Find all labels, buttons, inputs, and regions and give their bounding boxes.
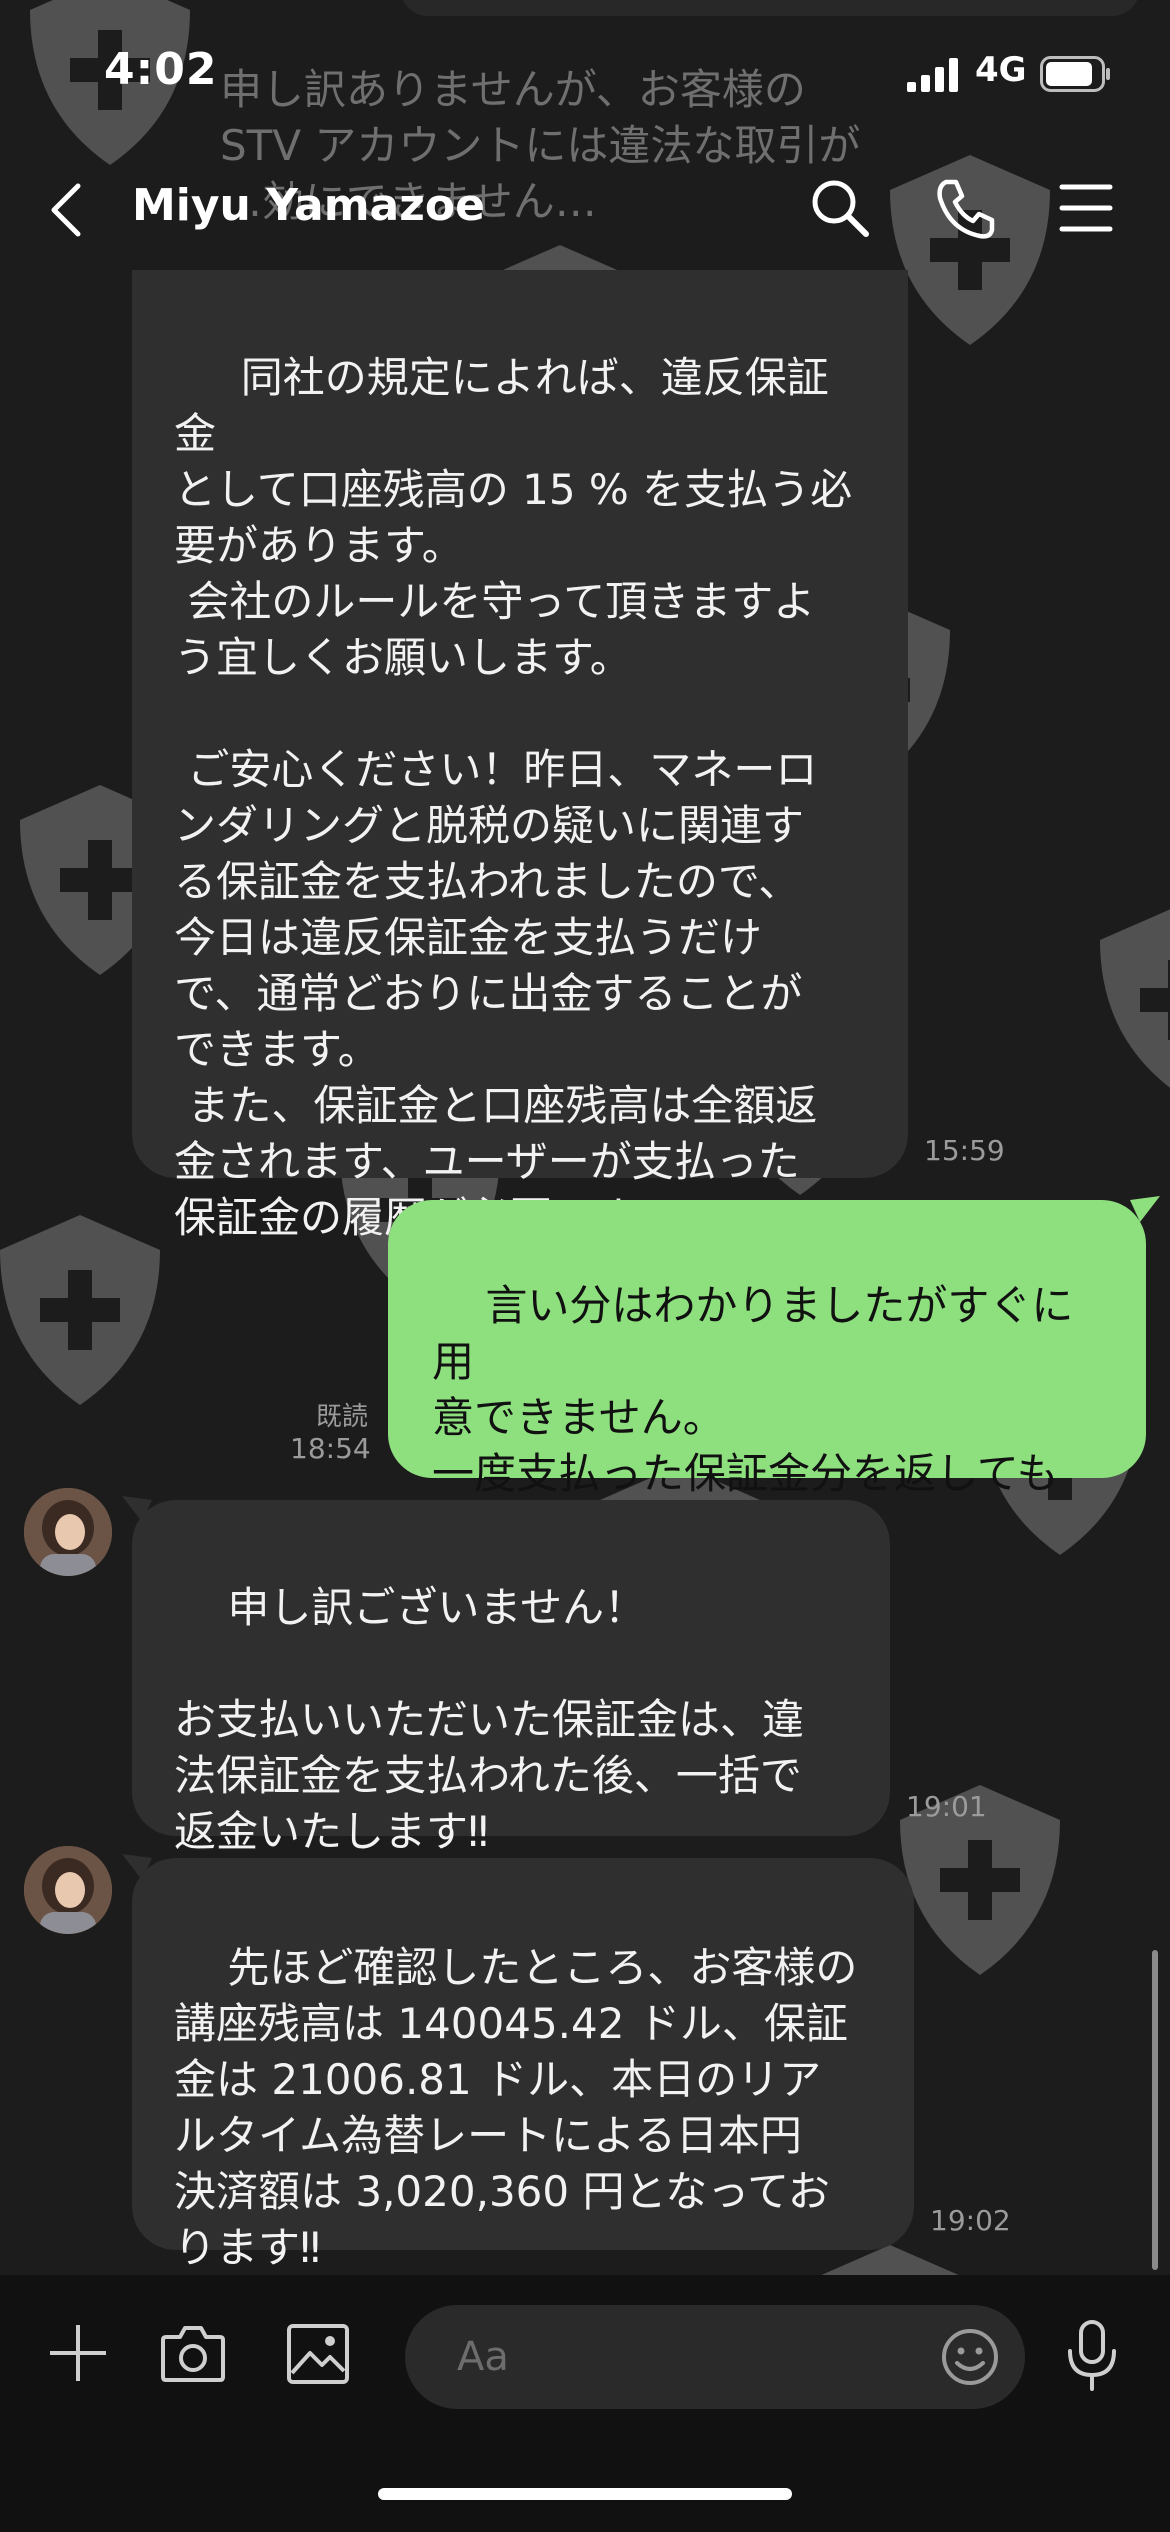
- image-icon[interactable]: [286, 2323, 350, 2385]
- shield-watermark-icon: [1100, 909, 1170, 1088]
- outgoing-message-bubble[interactable]: 言い分はわかりましたがすぐに用 意できません。 一度支払った保証金分を返しても …: [388, 1200, 1146, 1554]
- battery-icon: [1040, 56, 1110, 92]
- search-icon[interactable]: [808, 176, 872, 240]
- phone-icon[interactable]: [932, 176, 998, 242]
- cellular-signal-icon: [907, 58, 958, 92]
- contact-name[interactable]: Miyu Yamazoe: [132, 180, 485, 231]
- incoming-message-bubble[interactable]: 申し訳ございません！ お支払いいただいた保証金は、違 法保証金を支払われた後、一…: [132, 1500, 890, 1856]
- message-timestamp: 18:54: [290, 1432, 371, 1465]
- status-bar: 4:02 4G: [0, 0, 1170, 150]
- avatar-image: [24, 1846, 112, 1934]
- bubble-tail: [1130, 1196, 1160, 1222]
- message-timestamp: 19:02: [930, 2204, 1011, 2237]
- network-type: 4G: [975, 50, 1027, 90]
- contact-avatar[interactable]: [24, 1846, 112, 1934]
- emoji-icon[interactable]: [940, 2327, 1000, 2387]
- chat-screen: 申し訳ありませんが、お客様の STV アカウントには違法な取引が …効にできませ…: [0, 0, 1170, 2532]
- chat-header: Miyu Yamazoe: [0, 150, 1170, 270]
- contact-avatar[interactable]: [24, 1488, 112, 1576]
- home-indicator[interactable]: [378, 2488, 792, 2500]
- menu-icon[interactable]: [1058, 182, 1114, 234]
- message-text: 先ほど確認したところ、お客様の 講座残高は 140045.42 ドル、保証 金は…: [174, 1943, 858, 2272]
- message-timestamp: 19:01: [906, 1790, 987, 1823]
- scroll-indicator[interactable]: [1152, 1950, 1158, 2270]
- incoming-message-bubble[interactable]: 同社の規定によれば、違反保証金 として口座残高の 15 % を支払う必 要があり…: [132, 270, 908, 1242]
- message-text: 申し訳ございません！ お支払いいただいた保証金は、違 法保証金を支払われた後、一…: [174, 1583, 805, 1856]
- message-text: 同社の規定によれば、違反保証金 として口座残高の 15 % を支払う必 要があり…: [174, 353, 853, 1242]
- shield-watermark-icon: [0, 1215, 160, 1405]
- message-timestamp: 15:59: [924, 1134, 1005, 1167]
- incoming-message-bubble[interactable]: 先ほど確認したところ、お客様の 講座残高は 140045.42 ドル、保証 金は…: [132, 1858, 914, 2272]
- microphone-icon[interactable]: [1064, 2319, 1120, 2393]
- avatar-image: [24, 1488, 112, 1576]
- message-input[interactable]: [405, 2305, 1025, 2409]
- read-receipt: 既読: [316, 1402, 369, 1432]
- back-icon[interactable]: [44, 180, 88, 240]
- camera-icon[interactable]: [160, 2323, 226, 2383]
- plus-icon[interactable]: [46, 2321, 110, 2385]
- status-time: 4:02: [104, 44, 218, 95]
